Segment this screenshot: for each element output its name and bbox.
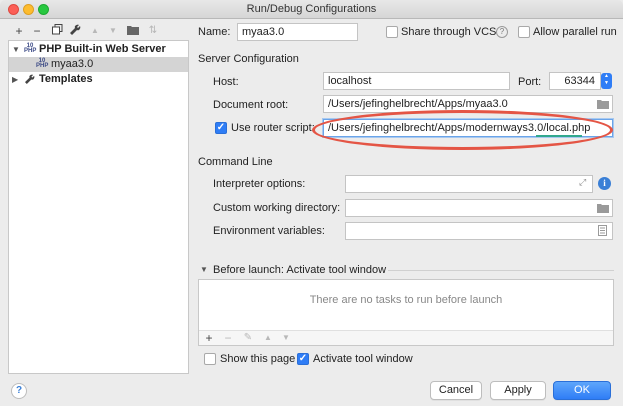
copy-config-button[interactable] xyxy=(50,24,64,40)
share-vcs-checkbox[interactable] xyxy=(386,26,398,38)
run-debug-dialog: Run/Debug Configurations + − ▲ ▼ ⇅ ▼ 10 P… xyxy=(0,0,623,406)
allow-parallel-checkbox[interactable] xyxy=(518,26,530,38)
router-label: Use router script: xyxy=(231,122,315,134)
name-label: Name: xyxy=(198,26,231,38)
interpreter-label: Interpreter options: xyxy=(213,178,306,190)
php-icon: 10 PHP xyxy=(24,43,37,54)
copy-icon xyxy=(51,24,62,35)
window-title: Run/Debug Configurations xyxy=(246,3,377,15)
expand-icon[interactable]: ⤢ xyxy=(579,177,586,188)
share-vcs-label: Share through VCS xyxy=(401,26,497,38)
sort-button[interactable]: ⇅ xyxy=(146,24,160,38)
envvars-input[interactable] xyxy=(345,222,613,240)
command-line-section-title: Command Line xyxy=(198,156,273,168)
move-down-button[interactable]: ▼ xyxy=(106,24,120,38)
tasks-empty-text: There are no tasks to run before launch xyxy=(309,294,503,306)
server-config-section-title: Server Configuration xyxy=(198,53,299,65)
edit-envvars-icon[interactable] xyxy=(598,225,607,239)
use-router-checkbox[interactable]: ✓ xyxy=(215,122,227,134)
title-bar: Run/Debug Configurations xyxy=(0,0,623,19)
remove-config-button[interactable]: − xyxy=(30,24,44,38)
section-divider xyxy=(388,270,614,271)
workdir-input[interactable] xyxy=(345,199,613,217)
move-task-up-button[interactable]: ▲ xyxy=(261,331,275,345)
host-input[interactable]: localhost xyxy=(323,72,510,90)
show-page-checkbox[interactable] xyxy=(204,353,216,365)
php-icon: 10 PHP xyxy=(36,58,49,69)
activate-tool-checkbox[interactable]: ✓ xyxy=(297,353,309,365)
move-task-down-button[interactable]: ▼ xyxy=(279,331,293,345)
remove-task-button[interactable]: − xyxy=(221,331,235,345)
router-script-value: /Users/jefinghelbrecht/Apps/modernways3.… xyxy=(328,122,591,134)
envvars-label: Environment variables: xyxy=(213,225,325,237)
before-launch-tasks: There are no tasks to run before launch … xyxy=(198,279,614,346)
cancel-button[interactable]: Cancel xyxy=(430,381,482,400)
collapsed-caret-icon[interactable]: ▶ xyxy=(12,72,18,87)
before-launch-caret-icon[interactable]: ▼ xyxy=(200,265,208,274)
ok-button[interactable]: OK xyxy=(553,381,611,400)
interpreter-input[interactable] xyxy=(345,175,593,193)
tasks-toolbar: + − ✎ ▲ ▼ xyxy=(199,330,613,345)
expanded-caret-icon[interactable]: ▼ xyxy=(12,42,20,57)
help-button[interactable]: ? xyxy=(11,383,27,399)
info-icon[interactable]: i xyxy=(598,177,611,190)
tree-item-php-server[interactable]: ▼ 10 PHP PHP Built-in Web Server xyxy=(9,42,188,57)
edit-task-button[interactable]: ✎ xyxy=(241,331,255,345)
workdir-label: Custom working directory: xyxy=(213,202,341,214)
folder-button[interactable] xyxy=(126,24,140,38)
docroot-label: Document root: xyxy=(213,99,289,111)
name-input[interactable]: myaa3.0 xyxy=(237,23,358,41)
allow-parallel-label: Allow parallel run xyxy=(533,26,617,38)
add-config-button[interactable]: + xyxy=(12,24,26,38)
port-input[interactable]: 63344 xyxy=(549,72,601,90)
spellcheck-underline xyxy=(536,135,582,137)
show-page-label: Show this page xyxy=(220,353,296,365)
folder-icon xyxy=(127,26,139,35)
host-label: Host: xyxy=(213,76,239,88)
wrench-icon xyxy=(25,74,35,89)
browse-folder-icon[interactable] xyxy=(597,203,609,216)
port-label: Port: xyxy=(518,76,542,88)
tree-item-label: myaa3.0 xyxy=(51,58,94,70)
tree-item-myaa3[interactable]: 10 PHP myaa3.0 xyxy=(9,57,188,72)
docroot-input[interactable]: /Users/jefinghelbrecht/Apps/myaa3.0 xyxy=(323,95,613,113)
port-stepper[interactable]: ▲ ▼ xyxy=(601,73,612,89)
tree-item-label: PHP Built-in Web Server xyxy=(39,43,166,55)
apply-button[interactable]: Apply xyxy=(490,381,546,400)
activate-tool-label: Activate tool window xyxy=(313,353,413,365)
edit-defaults-button[interactable] xyxy=(68,24,82,38)
tree-item-templates[interactable]: ▶ Templates xyxy=(9,72,188,87)
tree-item-label: Templates xyxy=(39,73,93,85)
browse-folder-icon[interactable] xyxy=(597,99,609,112)
wrench-icon xyxy=(69,24,80,35)
config-tree: ▼ 10 PHP PHP Built-in Web Server 10 PHP my… xyxy=(8,40,189,374)
before-launch-section-title: Before launch: Activate tool window xyxy=(213,264,387,276)
move-up-button[interactable]: ▲ xyxy=(88,24,102,38)
docroot-value: /Users/jefinghelbrecht/Apps/myaa3.0 xyxy=(328,98,508,110)
add-task-button[interactable]: + xyxy=(202,331,216,345)
help-icon[interactable]: ? xyxy=(496,26,508,38)
